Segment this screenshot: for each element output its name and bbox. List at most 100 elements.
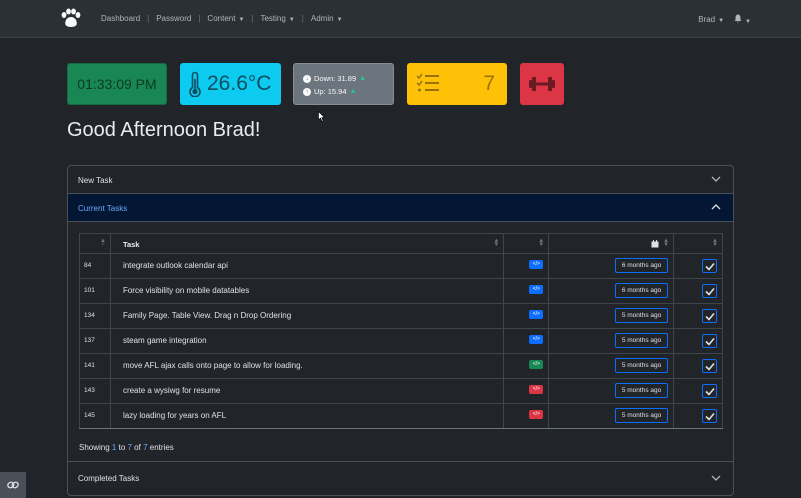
- task-date-button[interactable]: 5 months ago: [615, 308, 669, 323]
- task-id-cell: 141: [79, 353, 111, 379]
- trend-up-icon: ▲: [359, 75, 367, 82]
- code-badge-icon: </>: [529, 285, 544, 294]
- table-row[interactable]: 134 Family Page. Table View. Drag n Drop …: [79, 303, 723, 329]
- nav-content-label: Content: [207, 14, 236, 23]
- paw-logo-icon[interactable]: [60, 8, 82, 28]
- task-list-icon: [416, 73, 439, 92]
- task-name-cell[interactable]: lazy loading for years on AFL: [109, 403, 505, 429]
- sort-icon: ▲ ▼: [712, 238, 718, 248]
- nav-separator: |: [198, 14, 201, 23]
- task-id-cell: 134: [79, 303, 111, 329]
- task-name-cell[interactable]: Family Page. Table View. Drag n Drop Ord…: [109, 303, 505, 329]
- notifications-dropdown[interactable]: ▼: [734, 14, 751, 25]
- complete-task-button[interactable]: [702, 334, 718, 348]
- table-row[interactable]: 137 steam game integration </> 5 months ago: [79, 328, 723, 354]
- col-id-header[interactable]: ▲ ▼: [79, 233, 111, 254]
- task-id: 141: [84, 362, 95, 369]
- task-name: steam game integration: [122, 336, 207, 345]
- accordion-completed-tasks[interactable]: Completed Tasks: [68, 461, 733, 495]
- task-name: Force visibility on mobile datatables: [122, 286, 250, 295]
- download-row: ↓ Down: 31.89 ▲: [303, 74, 366, 83]
- task-date-button[interactable]: 5 months ago: [615, 383, 669, 398]
- task-date-button[interactable]: 5 months ago: [615, 408, 669, 423]
- task-date-button[interactable]: 5 months ago: [615, 358, 669, 373]
- table-row[interactable]: 143 create a wysiwg for resume </> 5 months…: [79, 378, 723, 404]
- gym-widget[interactable]: [520, 63, 564, 105]
- task-complete-cell: [673, 303, 723, 329]
- table-row[interactable]: 84 integrate outlook calendar api </> 6 mon…: [79, 253, 723, 279]
- task-name-cell[interactable]: integrate outlook calendar api: [109, 253, 505, 279]
- task-count-widget[interactable]: 7: [407, 63, 507, 105]
- upload-arrow-icon: ↑: [303, 87, 311, 96]
- nav-separator: |: [251, 14, 254, 23]
- complete-task-button[interactable]: [702, 359, 718, 373]
- upload-row: ↑ Up: 15.94 ▲: [303, 87, 356, 96]
- task-type-cell: </>: [503, 303, 550, 329]
- task-date-button[interactable]: 6 months ago: [615, 258, 669, 273]
- task-date-button[interactable]: 5 months ago: [615, 333, 669, 348]
- clock-widget: 01:33:09 PM: [67, 63, 167, 105]
- nav-dashboard[interactable]: Dashboard: [101, 14, 140, 23]
- complete-task-button[interactable]: [702, 409, 718, 423]
- table-row[interactable]: 145 lazy loading for years on AFL </> 5 mon…: [79, 403, 723, 429]
- task-name: integrate outlook calendar api: [122, 261, 228, 270]
- table-row[interactable]: 141 move AFL ajax calls onto page to allo…: [79, 353, 723, 379]
- nav-admin-dropdown[interactable]: Admin ▼: [311, 14, 343, 23]
- task-name-cell[interactable]: create a wysiwg for resume: [109, 378, 505, 404]
- greeting-heading: Good Afternoon Brad!: [67, 119, 261, 141]
- temperature-widget: 26.6°C: [180, 63, 281, 105]
- task-id-cell: 84: [79, 253, 111, 279]
- task-name-cell[interactable]: steam game integration: [109, 328, 505, 354]
- task-name-cell[interactable]: move AFL ajax calls onto page to allow f…: [109, 353, 505, 379]
- complete-task-button[interactable]: [702, 309, 718, 323]
- nav-right: Brad ▼ ▼: [698, 14, 751, 25]
- col-type-header[interactable]: ▲ ▼: [503, 233, 550, 254]
- complete-task-button[interactable]: [702, 284, 718, 298]
- accordion-current-tasks[interactable]: Current Tasks: [68, 194, 733, 222]
- task-type-cell: </>: [503, 403, 550, 429]
- calendar-icon: [651, 240, 659, 248]
- navbar: Dashboard | Password | Content ▼ | Testin…: [0, 0, 801, 38]
- link-icon: [7, 481, 19, 489]
- code-badge-icon: </>: [529, 410, 544, 419]
- tasks-accordion: New Task Current Tasks ▲ ▼ Task ▲ ▼ ▲ ▼ ▲ ▼ ▲…: [67, 165, 734, 496]
- nav-separator: |: [301, 14, 304, 23]
- task-name-cell[interactable]: Force visibility on mobile datatables: [109, 278, 505, 304]
- user-name: Brad: [698, 15, 716, 24]
- col-date-header[interactable]: ▲ ▼: [548, 233, 675, 254]
- accordion-new-task[interactable]: New Task: [68, 166, 733, 194]
- accordion-completed-tasks-label: Completed Tasks: [78, 474, 140, 483]
- clock-time: 01:33:09 PM: [77, 76, 157, 92]
- nav-password[interactable]: Password: [156, 14, 191, 23]
- task-id: 84: [84, 262, 92, 269]
- table-row[interactable]: 101 Force visibility on mobile datatables…: [79, 278, 723, 304]
- link-button[interactable]: [0, 472, 26, 498]
- task-id: 137: [84, 337, 95, 344]
- nav-testing-dropdown[interactable]: Testing ▼: [260, 14, 294, 23]
- sort-asc-icon: ▲ ▼: [99, 238, 106, 248]
- task-id: 134: [84, 312, 95, 319]
- task-type-cell: </>: [503, 328, 550, 354]
- thermometer-icon: [189, 71, 201, 97]
- caret-down-icon: ▼: [718, 18, 725, 24]
- task-complete-cell: [673, 353, 723, 379]
- task-id-cell: 143: [79, 378, 111, 404]
- complete-task-button[interactable]: [702, 259, 718, 273]
- download-arrow-icon: ↓: [303, 74, 311, 83]
- code-badge-icon: </>: [529, 260, 544, 269]
- col-task-label: Task: [122, 240, 140, 249]
- table-header-row: ▲ ▼ Task ▲ ▼ ▲ ▼ ▲ ▼ ▲ ▼: [79, 233, 723, 254]
- code-badge-icon: </>: [529, 335, 544, 344]
- task-date-button[interactable]: 6 months ago: [615, 283, 669, 298]
- nav-content-dropdown[interactable]: Content ▼: [207, 14, 244, 23]
- user-menu-dropdown[interactable]: Brad ▼: [698, 15, 724, 24]
- check-icon: [705, 262, 715, 271]
- check-icon: [705, 337, 715, 346]
- task-complete-cell: [673, 278, 723, 304]
- complete-task-button[interactable]: [702, 384, 718, 398]
- task-count: 7: [483, 72, 495, 95]
- nav-separator: |: [147, 14, 150, 23]
- col-complete-header[interactable]: ▲ ▼: [673, 233, 723, 254]
- task-date-cell: 5 months ago: [548, 378, 675, 404]
- col-task-header[interactable]: Task ▲ ▼: [109, 233, 505, 254]
